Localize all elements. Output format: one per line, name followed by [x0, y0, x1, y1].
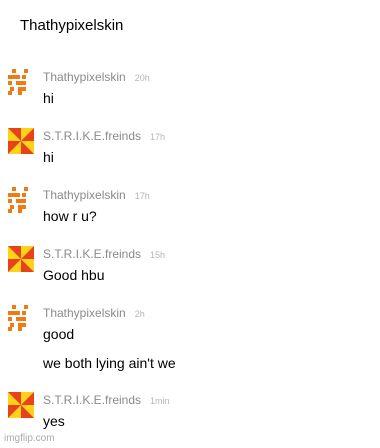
timestamp: 20h	[134, 73, 150, 83]
message-text: how r u?	[43, 208, 97, 224]
username-label: S.T.R.I.K.E.freinds	[43, 393, 142, 407]
username-label: S.T.R.I.K.E.freinds	[43, 247, 142, 261]
message-text: good	[43, 326, 75, 342]
username-label: Thathypixelskin	[43, 188, 126, 202]
message-text: yes	[43, 413, 65, 429]
username-label: Thathypixelskin	[43, 70, 126, 84]
timestamp: 17h	[150, 132, 166, 142]
username[interactable]: S.T.R.I.K.E.freinds 15h	[43, 247, 165, 261]
chat-title: Thathypixelskin	[20, 17, 124, 34]
imgflip-watermark: imgflip.com	[4, 433, 55, 444]
pixel-creeper-icon[interactable]	[8, 305, 34, 331]
message-text: we both lying ain't we	[43, 355, 176, 371]
timestamp: 15h	[150, 250, 166, 260]
username[interactable]: S.T.R.I.K.E.freinds 17h	[43, 129, 165, 143]
username[interactable]: S.T.R.I.K.E.freinds 1min	[43, 393, 170, 407]
pinwheel-icon[interactable]	[8, 246, 34, 272]
pixel-creeper-icon[interactable]	[8, 187, 34, 213]
username[interactable]: Thathypixelskin 2h	[43, 306, 145, 320]
timestamp: 2h	[134, 309, 145, 319]
pinwheel-icon[interactable]	[8, 392, 34, 418]
timestamp: 17h	[134, 191, 150, 201]
username-label: Thathypixelskin	[43, 306, 126, 320]
username-label: S.T.R.I.K.E.freinds	[43, 129, 142, 143]
message-text: hi	[43, 90, 54, 106]
message-text: Good hbu	[43, 267, 105, 283]
timestamp: 1min	[150, 396, 170, 406]
username[interactable]: Thathypixelskin 20h	[43, 70, 150, 84]
message-text: hi	[43, 149, 54, 165]
pinwheel-icon[interactable]	[8, 128, 34, 154]
pixel-creeper-icon[interactable]	[8, 69, 34, 95]
username[interactable]: Thathypixelskin 17h	[43, 188, 150, 202]
